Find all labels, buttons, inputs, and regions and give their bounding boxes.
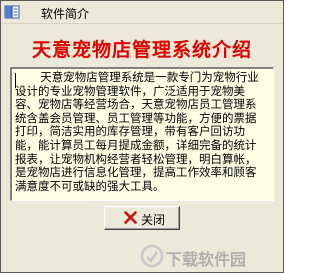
description-textbox[interactable]: 天意宠物店管理系统是一款专门为宠物行业设计的专业宠物管理软件，广泛适用于宠物美容…: [10, 67, 274, 201]
title-bar[interactable]: 软件简介: [1, 1, 283, 24]
page-title: 天意宠物店管理系统介绍: [31, 39, 252, 61]
close-button[interactable]: 关闭: [104, 206, 180, 230]
app-book-icon: [4, 5, 20, 19]
description-text: 天意宠物店管理系统是一款专门为宠物行业设计的专业宠物管理软件，广泛适用于宠物美容…: [15, 70, 259, 193]
close-x-icon: [124, 211, 137, 224]
about-dialog: 软件简介 天意宠物店管理系统介绍 天意宠物店管理系统是一款专门为宠物行业设计的专…: [0, 0, 284, 273]
window-title: 软件简介: [41, 7, 90, 21]
watermark-logo-icon: [140, 244, 164, 268]
close-button-label: 关闭: [141, 213, 166, 227]
watermark: 下载软件园: [140, 244, 280, 269]
watermark-text: 下载软件园: [166, 250, 247, 269]
